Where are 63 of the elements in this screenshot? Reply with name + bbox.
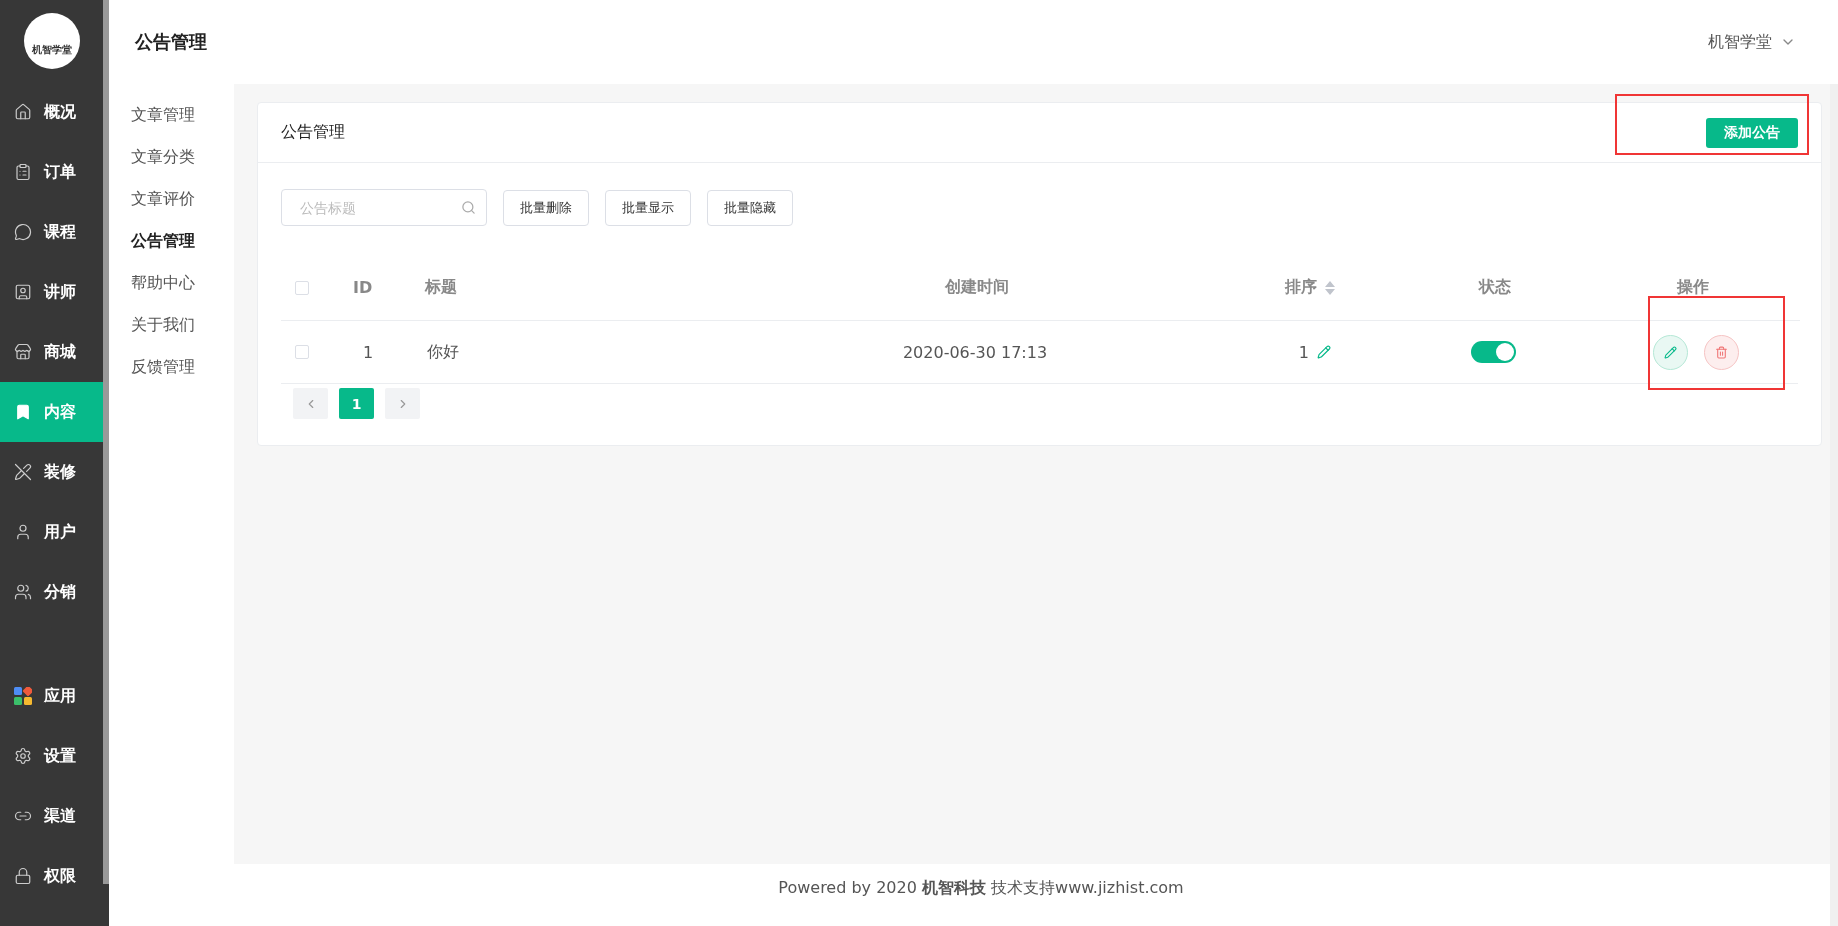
search-icon [461,200,476,215]
nav-item[interactable]: 分销 [0,562,103,622]
nav-item[interactable]: 商城 [0,322,103,382]
lock-icon [14,867,32,885]
submenu-item[interactable]: 关于我们 [109,304,234,346]
next-page-button[interactable] [385,388,420,419]
table-cell-text: 1 [362,342,375,362]
logo: 机智学堂 [23,13,80,69]
pen-crossed-icon [14,463,32,481]
nav-item[interactable]: 权限 [0,846,103,906]
home-icon [14,103,32,121]
table-cell-text: 你好 [426,341,460,363]
submenu-item[interactable]: 反馈管理 [109,346,234,388]
column-header: ID [352,278,374,297]
table-cell-text: 2020-06-30 17:13 [901,342,1049,362]
checkbox[interactable] [295,280,309,295]
checkbox[interactable] [295,345,309,359]
nav-item[interactable]: 渠道 [0,786,103,846]
submenu-item[interactable]: 公告管理 [109,220,234,262]
scrollbar[interactable] [103,0,109,884]
page-title: 公告管理 [135,30,207,54]
batch-button[interactable]: 批量删除 [503,189,589,226]
nav-item[interactable]: 课程 [0,202,103,262]
nav-item[interactable]: 装修 [0,442,103,502]
delete-button[interactable] [1704,334,1739,370]
table-cell: 1 [1298,342,1309,362]
trash-icon [1715,345,1728,359]
edit-button[interactable] [1653,334,1688,370]
nav-item[interactable]: 应用 [0,666,103,726]
chat-bubble-icon [14,223,32,241]
column-header: 标题 [425,277,458,298]
column-header: 创建时间 [944,277,1010,298]
submenu-item[interactable]: 帮助中心 [109,262,234,304]
batch-button[interactable]: 批量隐藏 [707,189,793,226]
submenu-item[interactable]: 文章分类 [109,136,234,178]
apps-icon [14,687,32,705]
status-toggle[interactable] [1470,341,1516,363]
person-badge-icon [14,283,32,301]
nav-item[interactable]: 设置 [0,726,103,786]
search-field[interactable]: 公告标题 [281,189,487,226]
account-menu[interactable]: 机智学堂 [1708,31,1796,53]
nav-item[interactable]: 概况 [0,82,103,142]
nav-item[interactable]: 用户 [0,502,103,562]
sort-icon[interactable] [1325,280,1335,295]
column-header: 状态 [1477,277,1512,298]
users-icon [14,583,32,601]
nav-item[interactable]: 讲师 [0,262,103,322]
pencil-icon[interactable] [1317,345,1331,359]
pencil-icon [1664,345,1677,359]
previous-page-button[interactable] [293,388,328,419]
list-icon [14,163,32,181]
card-title: 公告管理 [281,122,345,143]
footer-text: Powered by 2020 机智科技 技术支持www.jizhist.com [778,878,1184,899]
column-header: 排序 [1285,277,1317,298]
bookmark-icon [14,403,32,421]
batch-button[interactable]: 批量显示 [605,189,691,226]
store-icon [14,343,32,361]
submenu-item[interactable]: 文章管理 [109,94,234,136]
submenu-item[interactable]: 文章评价 [109,178,234,220]
settings-icon [14,747,32,765]
user-icon [14,523,32,541]
column-header: 操作 [1675,277,1710,298]
nav-item[interactable]: 订单 [0,142,103,202]
